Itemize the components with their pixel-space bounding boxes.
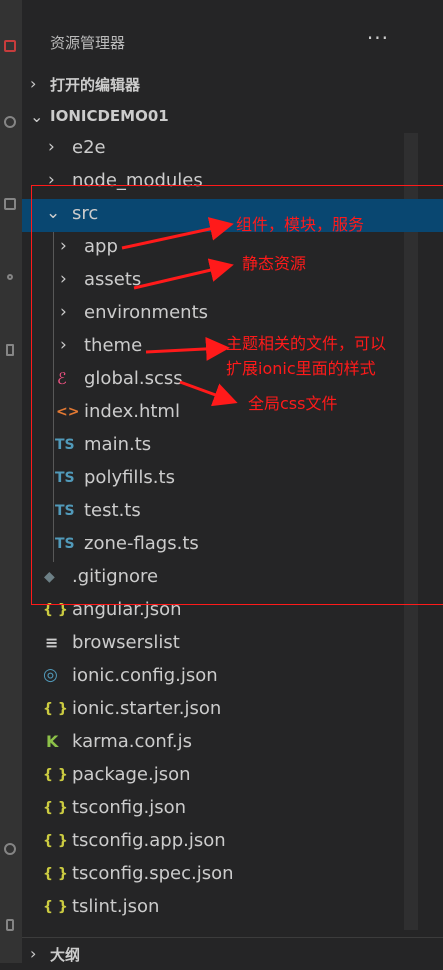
annotation-theme-line1: 主题相关的文件，可以 (226, 334, 387, 353)
annotation-theme-line2: 扩展ionic里面的样式 (226, 359, 376, 378)
arrow-theme (145, 336, 230, 361)
annotation-assets: 静态资源 (242, 254, 307, 273)
annotation-arrows (121, 217, 238, 407)
arrow-assets (133, 258, 234, 290)
annotation-app: 组件，模块，服务 (236, 215, 365, 234)
annotation-global: 全局css文件 (248, 394, 338, 413)
arrow-global (179, 380, 238, 407)
arrow-app (121, 217, 234, 250)
